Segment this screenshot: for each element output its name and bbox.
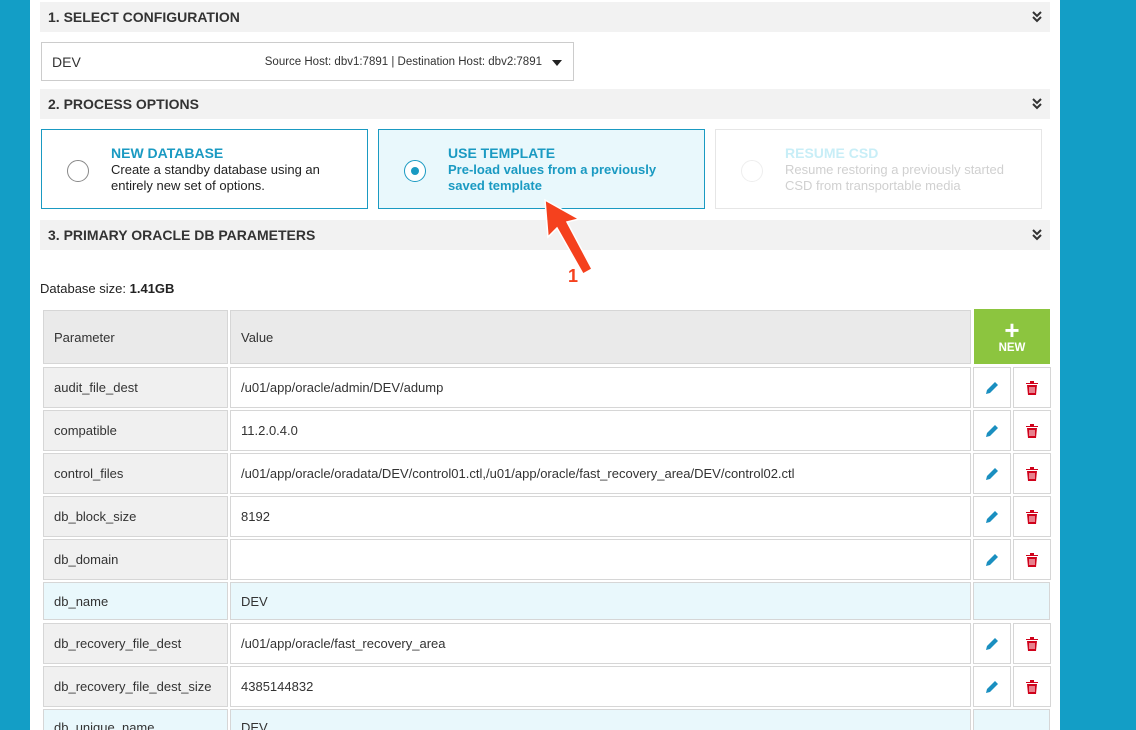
trash-icon bbox=[1026, 636, 1038, 651]
caret-down-icon bbox=[552, 60, 562, 66]
table-row-param: db_unique_name bbox=[43, 709, 228, 730]
table-row-param: db_domain bbox=[43, 539, 228, 580]
section-title: 3. PRIMARY ORACLE DB PARAMETERS bbox=[48, 227, 316, 243]
option-title: USE TEMPLATE bbox=[448, 145, 556, 161]
edit-button[interactable] bbox=[973, 453, 1011, 494]
main-panel: 1. SELECT CONFIGURATION DEV Source Host:… bbox=[30, 0, 1060, 730]
edit-button[interactable] bbox=[973, 496, 1011, 537]
pencil-icon bbox=[986, 381, 998, 394]
table-row-value: /u01/app/oracle/admin/DEV/adump bbox=[230, 367, 971, 408]
column-header-value: Value bbox=[230, 310, 971, 364]
trash-icon bbox=[1026, 466, 1038, 481]
table-row-param: db_recovery_file_dest bbox=[43, 623, 228, 664]
section-title: 1. SELECT CONFIGURATION bbox=[48, 9, 240, 25]
config-hosts: Source Host: dbv1:7891 | Destination Hos… bbox=[264, 55, 542, 68]
database-size: Database size: 1.41GB bbox=[40, 281, 174, 296]
pencil-icon bbox=[986, 680, 998, 693]
annotation-label: 1 bbox=[568, 266, 579, 286]
double-chevron-down-icon[interactable] bbox=[1030, 227, 1044, 241]
trash-icon bbox=[1026, 509, 1038, 524]
table-row-value: /u01/app/oracle/fast_recovery_area bbox=[230, 623, 971, 664]
trash-icon bbox=[1026, 423, 1038, 438]
plus-icon: + bbox=[1004, 314, 1020, 345]
option-description: Resume restoring a previously started CS… bbox=[785, 162, 1004, 193]
table-row-param: compatible bbox=[43, 410, 228, 451]
database-size-value: 1.41GB bbox=[129, 281, 175, 296]
option-title: RESUME CSD bbox=[785, 145, 879, 161]
new-button-label: NEW bbox=[998, 341, 1026, 354]
section-process-options[interactable]: 2. PROCESS OPTIONS bbox=[40, 89, 1050, 119]
pencil-icon bbox=[986, 637, 998, 650]
table-row-param: control_files bbox=[43, 453, 228, 494]
option-description: Create a standby database using an entir… bbox=[111, 162, 320, 193]
edit-button[interactable] bbox=[973, 623, 1011, 664]
double-chevron-down-icon[interactable] bbox=[1030, 96, 1044, 110]
config-name: DEV bbox=[52, 53, 81, 70]
table-row-value: 8192 bbox=[230, 496, 971, 537]
delete-button[interactable] bbox=[1013, 367, 1051, 408]
radio-button-disabled bbox=[741, 160, 763, 182]
option-resume-csd: RESUME CSD Resume restoring a previously… bbox=[715, 129, 1042, 209]
delete-button[interactable] bbox=[1013, 666, 1051, 707]
radio-button[interactable] bbox=[67, 160, 89, 182]
table-row-value: 11.2.0.4.0 bbox=[230, 410, 971, 451]
option-title: NEW DATABASE bbox=[111, 145, 224, 161]
trash-icon bbox=[1026, 552, 1038, 567]
row-actions-empty bbox=[973, 709, 1050, 730]
option-new-database[interactable]: NEW DATABASE Create a standby database u… bbox=[41, 129, 368, 209]
trash-icon bbox=[1026, 679, 1038, 694]
section-title: 2. PROCESS OPTIONS bbox=[48, 96, 199, 112]
table-row-value: DEV bbox=[230, 709, 971, 730]
delete-button[interactable] bbox=[1013, 623, 1051, 664]
delete-button[interactable] bbox=[1013, 539, 1051, 580]
delete-button[interactable] bbox=[1013, 496, 1051, 537]
table-row-value: 4385144832 bbox=[230, 666, 971, 707]
table-row-value bbox=[230, 539, 971, 580]
edit-button[interactable] bbox=[973, 666, 1011, 707]
option-description: Pre-load values from a previously saved … bbox=[448, 162, 657, 193]
trash-icon bbox=[1026, 380, 1038, 395]
section-select-configuration[interactable]: 1. SELECT CONFIGURATION bbox=[40, 2, 1050, 32]
table-row-value: DEV bbox=[230, 582, 971, 620]
pencil-icon bbox=[986, 553, 998, 566]
row-actions-empty bbox=[973, 582, 1050, 620]
edit-button[interactable] bbox=[973, 367, 1011, 408]
annotation-arrow-icon bbox=[544, 198, 594, 276]
delete-button[interactable] bbox=[1013, 410, 1051, 451]
table-row-param: db_recovery_file_dest_size bbox=[43, 666, 228, 707]
edit-button[interactable] bbox=[973, 539, 1011, 580]
table-row-param: audit_file_dest bbox=[43, 367, 228, 408]
new-parameter-button[interactable]: + NEW bbox=[974, 309, 1050, 364]
edit-button[interactable] bbox=[973, 410, 1011, 451]
pencil-icon bbox=[986, 424, 998, 437]
database-size-label: Database size: bbox=[40, 281, 126, 296]
configuration-dropdown[interactable]: DEV Source Host: dbv1:7891 | Destination… bbox=[41, 42, 574, 81]
column-header-parameter: Parameter bbox=[43, 310, 228, 364]
table-row-param: db_block_size bbox=[43, 496, 228, 537]
pencil-icon bbox=[986, 510, 998, 523]
pencil-icon bbox=[986, 467, 998, 480]
radio-button-selected[interactable] bbox=[404, 160, 426, 182]
table-row-value: /u01/app/oracle/oradata/DEV/control01.ct… bbox=[230, 453, 971, 494]
delete-button[interactable] bbox=[1013, 453, 1051, 494]
double-chevron-down-icon[interactable] bbox=[1030, 9, 1044, 23]
table-row-param: db_name bbox=[43, 582, 228, 620]
